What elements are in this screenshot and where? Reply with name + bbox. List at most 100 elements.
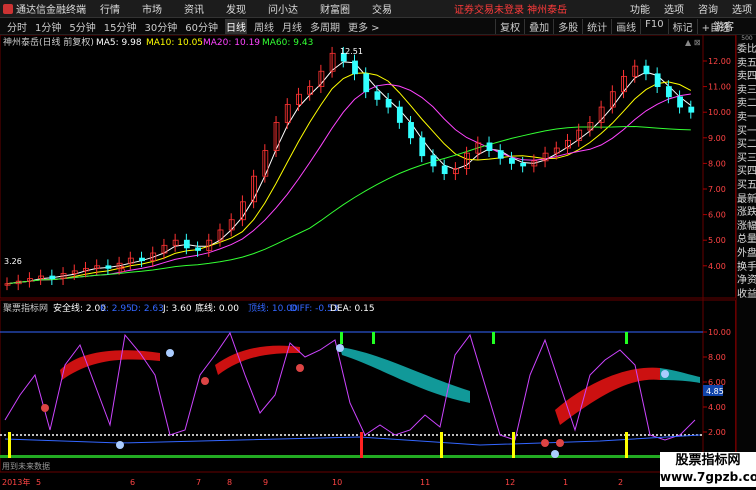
low-price-label: 3.26 (4, 257, 22, 266)
menu-item-function[interactable]: 功能 (630, 1, 650, 16)
menu-item-consult[interactable]: 咨询 (698, 1, 718, 16)
indicator-tick-label: 4.00 (708, 403, 726, 412)
multi-stock-button[interactable]: 多股 (553, 18, 582, 34)
candle-body (396, 106, 403, 123)
date-label: 2013年 (2, 477, 30, 487)
date-label: 5 (36, 478, 41, 487)
ma20-line (6, 83, 691, 285)
price-tick-label: 8.00 (708, 159, 726, 168)
window-controls[interactable]: ▲ ⊠ (685, 38, 700, 47)
guest-label[interactable]: 游客 (714, 18, 734, 33)
menu-item-market[interactable]: 市场 (142, 1, 162, 16)
candle-body (374, 91, 381, 100)
candle-body (183, 239, 190, 249)
watermark-line1: 股票指标网 (675, 453, 741, 468)
signal-dot (116, 441, 124, 449)
chart-area[interactable]: 神州泰岳(日线 前复权) MA5: 9.98 MA10: 10.05 MA20:… (0, 34, 736, 487)
candle-body (643, 65, 650, 75)
period-tabs: 分时 1分钟 5分钟 15分钟 30分钟 60分钟 日线 周线 月线 多周期 更… (0, 18, 381, 34)
app-logo-icon (3, 3, 13, 14)
quote-field-label: 委比 (737, 44, 756, 55)
menu-item-select[interactable]: 选项 (732, 1, 752, 16)
menu-item-trade[interactable]: 交易 (372, 1, 392, 16)
tab-weekly[interactable]: 周线 (253, 19, 275, 34)
overlay-button[interactable]: 叠加 (524, 18, 553, 34)
signal-dot (551, 450, 559, 458)
candle-body (509, 157, 515, 164)
date-label: 6 (130, 478, 135, 487)
date-label: 12 (505, 478, 515, 487)
indicator-tick-label: 10.00 (708, 328, 731, 337)
statistics-button[interactable]: 统计 (582, 18, 611, 34)
tab-multi-period[interactable]: 多周期 (309, 19, 341, 34)
login-notice[interactable]: 证券交易未登录 神州泰岳 (454, 1, 567, 16)
app-title: 通达信金融终端 (16, 5, 86, 16)
histogram-bar (0, 455, 703, 458)
quote-field-label: 最新 (737, 193, 756, 205)
quote-field-label: 卖二 (737, 98, 756, 110)
bottom-line-value: 底线: 0.00 (195, 302, 239, 314)
dea-value: DEA: 0.15 (330, 304, 375, 314)
buy-signal-bar (440, 432, 443, 458)
quote-field-label: 涨幅 (737, 220, 756, 232)
ma20-label: MA20: 10.19 (203, 38, 260, 48)
candle-body (408, 122, 414, 139)
candle-body (363, 73, 370, 93)
mark-button[interactable]: 标记 (667, 18, 697, 34)
menu-item-options[interactable]: 选项 (664, 1, 684, 16)
sell-signal-bar (372, 332, 375, 344)
quote-field-label: 换手 (737, 261, 756, 273)
tab-1min[interactable]: 1分钟 (34, 19, 62, 34)
date-label: 8 (227, 478, 232, 487)
period-toolbar: 分时 1分钟 5分钟 15分钟 30分钟 60分钟 日线 周线 月线 多周期 更… (0, 18, 756, 35)
date-label: 2 (618, 478, 623, 487)
quote-field-label: 买二 (737, 139, 756, 151)
title-bar: 通达信金融终端 行情 市场 资讯 发现 问小达 财富圈 交易 证券交易未登录 神… (0, 0, 756, 18)
candle-body (27, 278, 33, 282)
menu-item-discover[interactable]: 发现 (226, 1, 246, 16)
quote-field-label: 卖一 (737, 111, 756, 123)
signal-dot (41, 404, 49, 412)
ma60-label: MA60: 9.43 (262, 38, 313, 48)
price-tick-label: 6.00 (708, 211, 726, 220)
tab-60min[interactable]: 60分钟 (184, 19, 219, 34)
ma5-line (6, 61, 692, 285)
signal-dot (201, 377, 209, 385)
future-data-note: 用到未来数据 (2, 461, 50, 471)
restore-rights-button[interactable]: 复权 (495, 18, 524, 34)
tab-30min[interactable]: 30分钟 (143, 19, 178, 34)
menu-item-ask[interactable]: 问小达 (268, 1, 298, 16)
tab-5min[interactable]: 5分钟 (68, 19, 96, 34)
menu-item-news[interactable]: 资讯 (184, 1, 204, 16)
tab-more[interactable]: 更多 > (347, 19, 381, 34)
tab-timeshare[interactable]: 分时 (6, 19, 28, 34)
watermark-line2: www.7gpzb.com (660, 470, 756, 484)
menu-item-quotes[interactable]: 行情 (100, 1, 120, 16)
signal-band (215, 345, 300, 375)
tab-daily[interactable]: 日线 (224, 18, 247, 34)
d-value: D: 2.63 (131, 304, 164, 314)
candle-body (486, 142, 493, 151)
signal-dot (541, 439, 549, 447)
tab-monthly[interactable]: 月线 (281, 19, 303, 34)
quote-panel: 500 委比 卖五 卖四 卖三 卖二 卖一 买一 买二 买三 买四 买五 最新 涨跌 涨幅 总量 外盘 换手 净资… (736, 35, 756, 487)
ma-lines (6, 61, 692, 285)
main-menu: 行情 市场 资讯 发现 问小达 财富圈 交易 (100, 1, 414, 16)
draw-line-button[interactable]: 画线 (611, 18, 640, 34)
candlesticks (4, 46, 695, 291)
high-price-label: 12.51 (340, 47, 363, 56)
diff-line (4, 434, 701, 446)
date-label: 9 (263, 478, 268, 487)
buy-signal-bar (512, 432, 515, 458)
candle-body (195, 247, 201, 251)
price-tick-label: 11.00 (708, 83, 731, 92)
quote-field-label: 买五 (737, 179, 756, 191)
f10-button[interactable]: F10 (640, 18, 667, 34)
tab-15min[interactable]: 15分钟 (103, 19, 138, 34)
price-tick-label: 7.00 (708, 185, 726, 194)
signal-dot (296, 364, 304, 372)
sell-signal-bar (340, 332, 343, 344)
menu-item-wealth[interactable]: 财富圈 (320, 1, 350, 16)
signal-dot (336, 344, 344, 352)
indicator-values: 安全线: 2.00 K: 2.95 D: 2.63 J: 3.60 底线: 0.… (53, 302, 375, 314)
